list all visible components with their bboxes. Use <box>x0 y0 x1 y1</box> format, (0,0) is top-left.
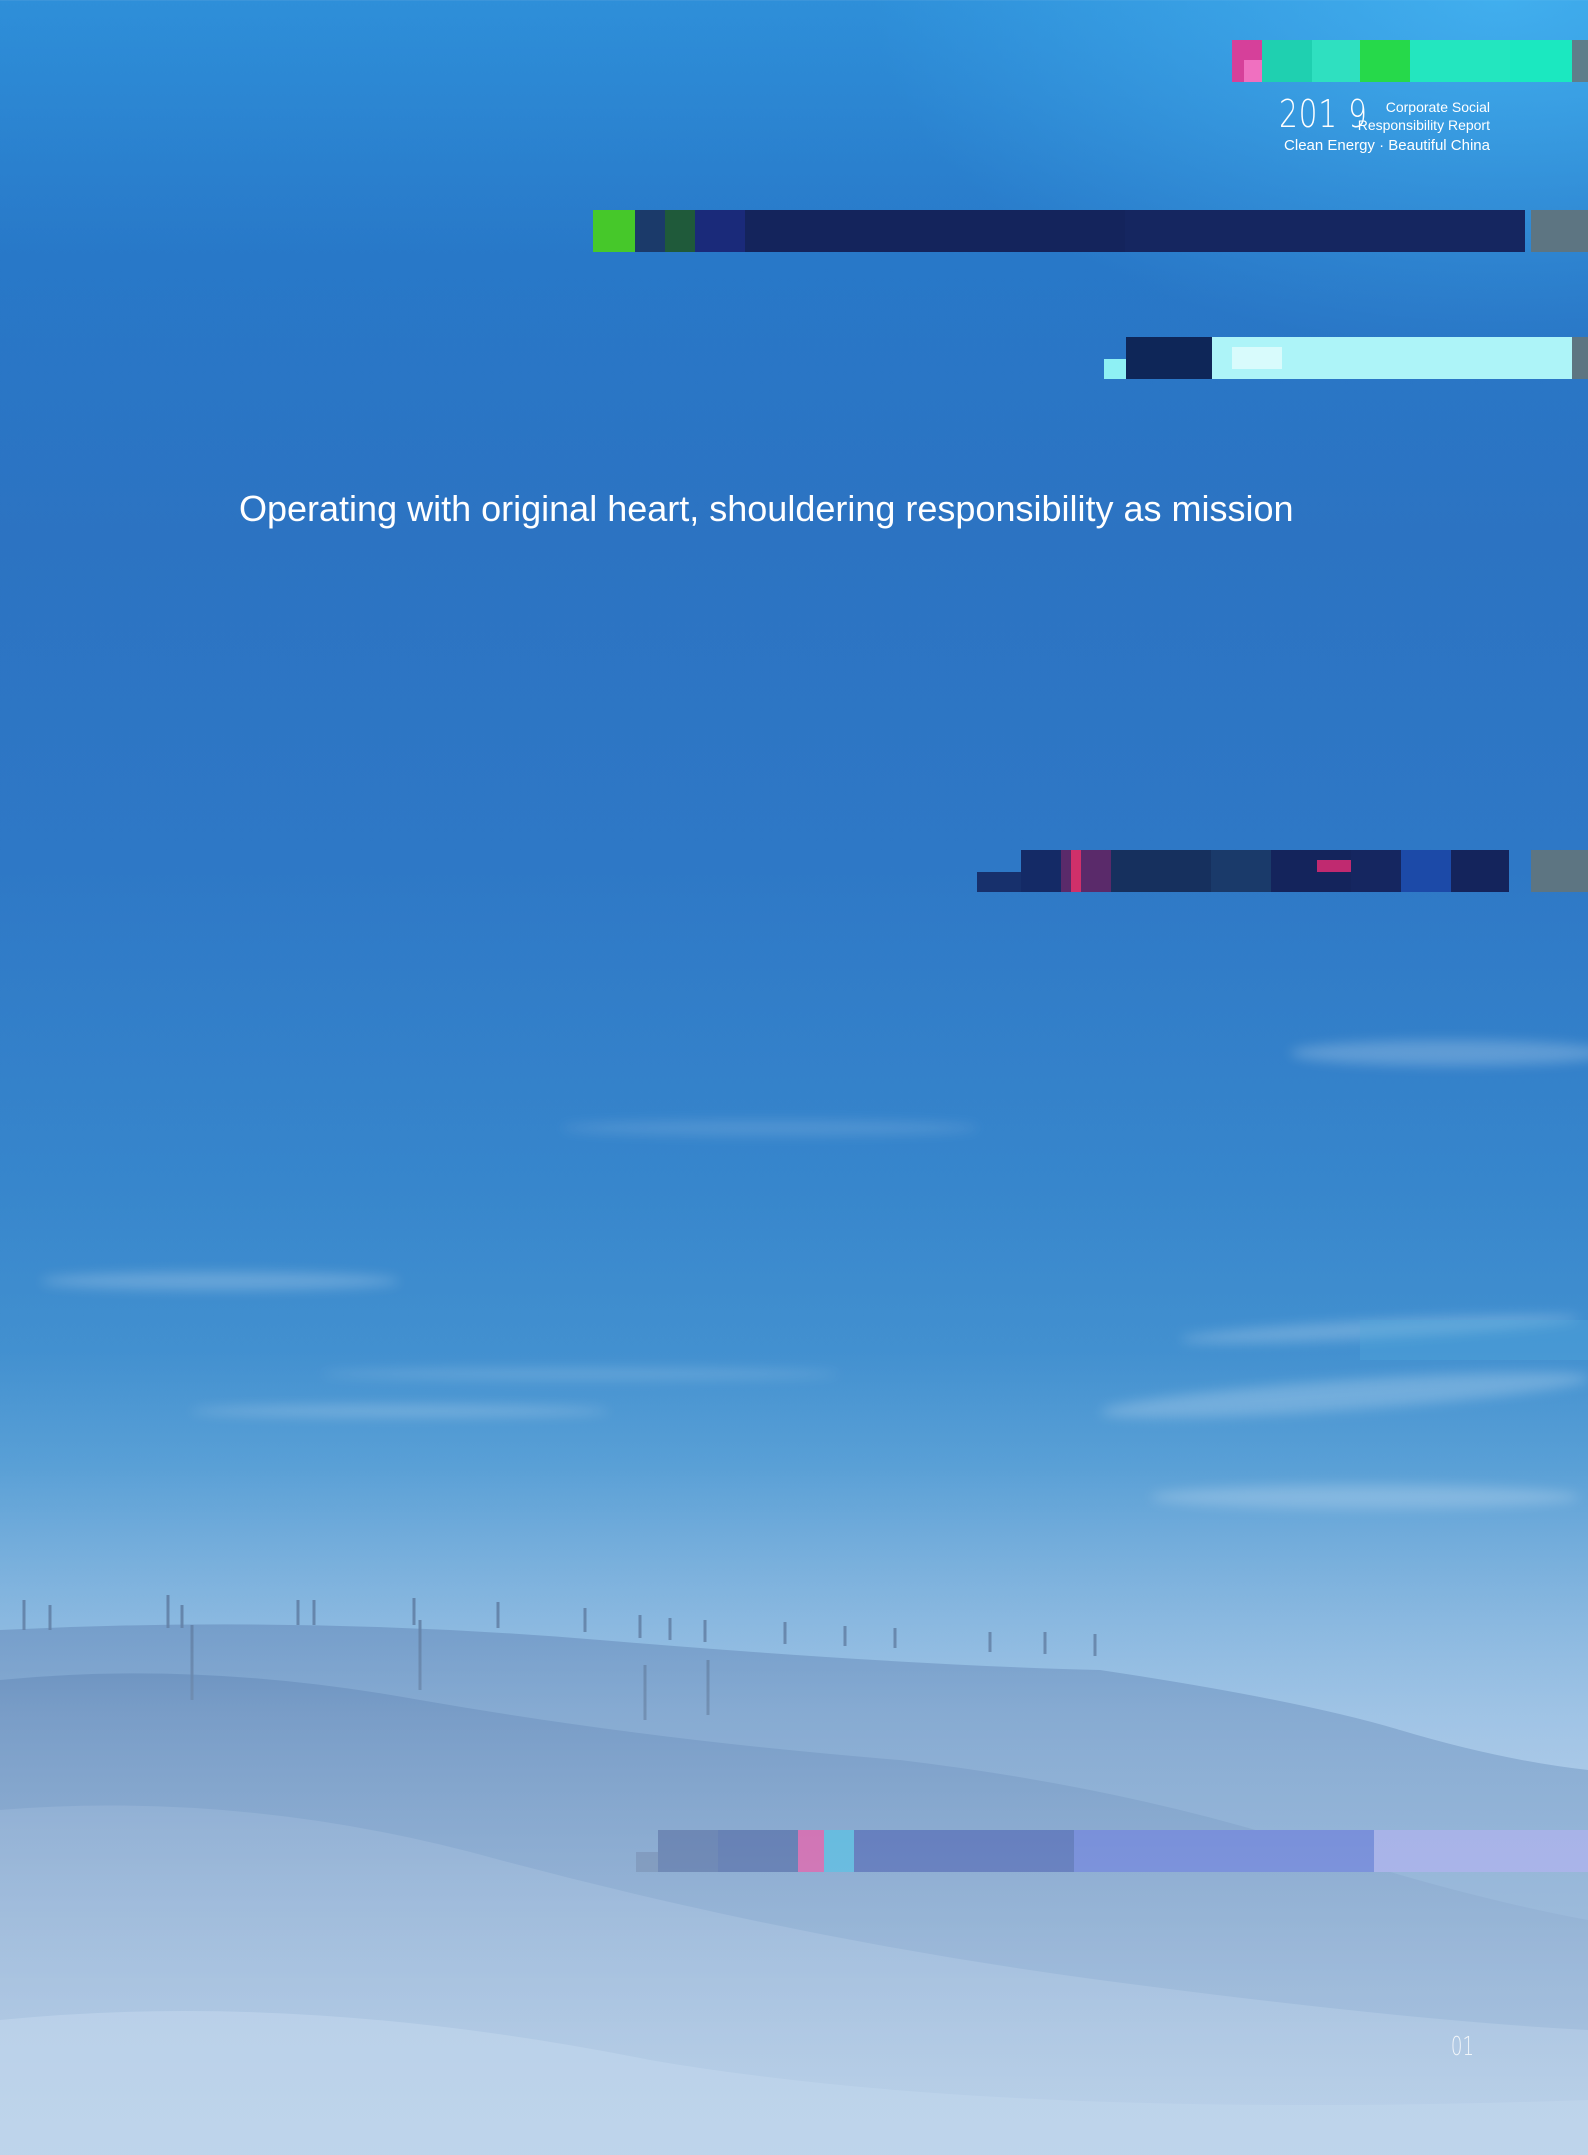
report-subtitle: Clean Energy · Beautiful China <box>1284 137 1490 154</box>
page-number: 01 <box>1450 2032 1474 2062</box>
report-title-line1: Corporate Social <box>1385 99 1490 115</box>
glitch-bar-dark-middle <box>977 850 1588 892</box>
cloud <box>40 1272 400 1290</box>
report-year: 201 9 <box>1278 92 1368 136</box>
cloud <box>560 1120 980 1136</box>
glitch-bar-cyan <box>1104 337 1588 379</box>
haze-overlay <box>0 1350 1588 2155</box>
report-title-line2: Responsibility Report <box>1357 117 1490 133</box>
cloud <box>1290 1040 1588 1066</box>
report-header: 201 9 Corporate Social Responsibility Re… <box>1230 94 1490 156</box>
glitch-bar-header <box>1232 40 1588 82</box>
glitch-bar-dark-top <box>593 210 1588 252</box>
slogan-text: Operating with original heart, shoulderi… <box>239 488 1294 529</box>
report-title: Corporate Social Responsibility Report <box>1358 98 1490 134</box>
report-title-row: 201 9 Corporate Social Responsibility Re… <box>1230 94 1490 134</box>
